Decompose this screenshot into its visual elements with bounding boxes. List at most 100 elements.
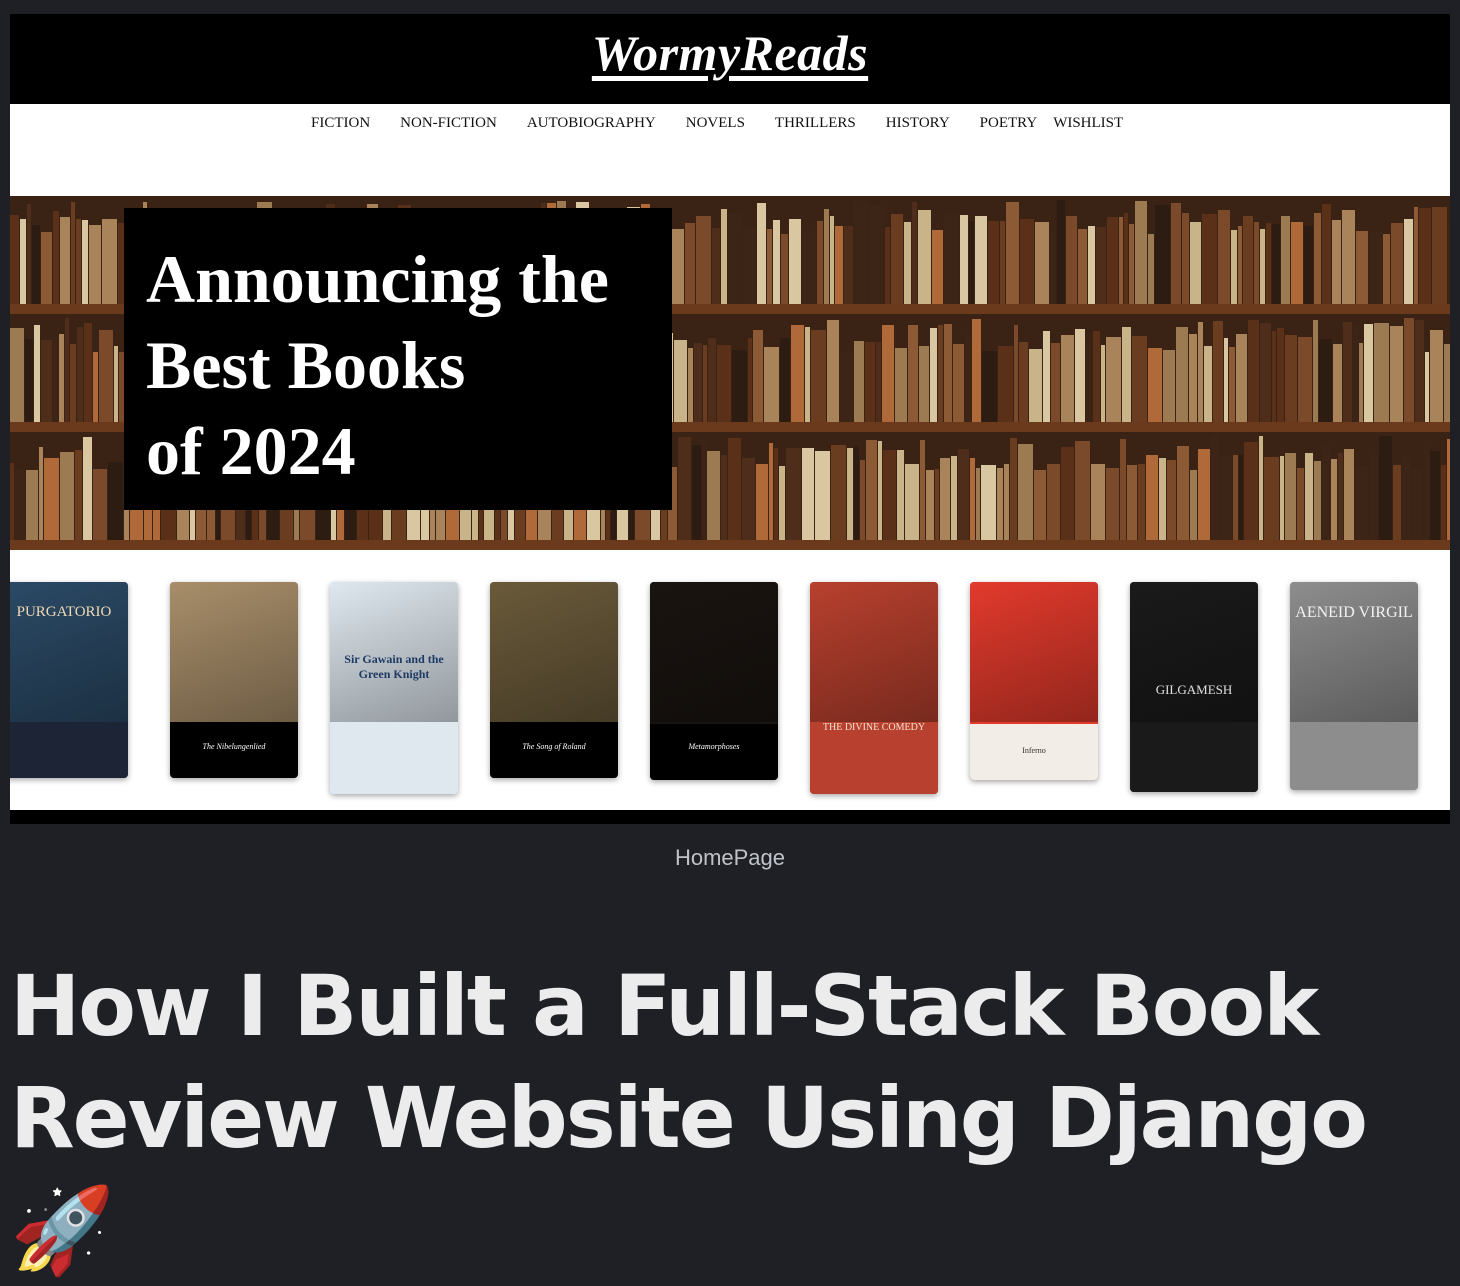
book-cover[interactable]: THE DIVINE COMEDY xyxy=(810,582,938,794)
book-spine xyxy=(1122,327,1131,422)
nav-wishlist[interactable]: WISHLIST xyxy=(1053,115,1123,132)
book-spine xyxy=(1189,334,1197,422)
book-spine xyxy=(1091,464,1105,540)
book-cover-art xyxy=(1130,582,1258,722)
book-spine xyxy=(1096,227,1106,304)
book-spine xyxy=(1447,439,1450,540)
book-spine xyxy=(1035,222,1049,304)
image-caption: HomePage xyxy=(674,845,786,870)
book-spine xyxy=(59,334,64,422)
book-spine xyxy=(1107,217,1118,304)
book-cover[interactable]: Metamorphoses xyxy=(650,582,778,780)
book-spine xyxy=(742,458,755,540)
book-spine xyxy=(1444,344,1450,422)
book-spine xyxy=(1198,322,1203,422)
book-title: GILGAMESH xyxy=(1155,682,1233,697)
book-spine xyxy=(1239,455,1243,540)
book-spine xyxy=(1047,464,1060,540)
book-spine xyxy=(976,468,980,540)
book-spine xyxy=(114,346,118,422)
book-spine xyxy=(1034,470,1046,540)
book-spine xyxy=(940,458,950,540)
book-spine xyxy=(89,225,101,304)
book-spine xyxy=(1412,468,1423,540)
book-spine xyxy=(1014,325,1018,422)
book-spine xyxy=(854,341,864,422)
book-spine xyxy=(860,460,865,540)
book-spine xyxy=(10,215,19,304)
book-spine xyxy=(694,343,702,422)
book-spine xyxy=(883,450,896,540)
book-cover-label xyxy=(650,724,778,780)
book-spine xyxy=(926,470,934,540)
book-cover-label xyxy=(1130,736,1258,792)
book-spine xyxy=(854,446,859,540)
book-spine xyxy=(1177,446,1189,540)
book-spine xyxy=(20,219,26,304)
book-spine xyxy=(708,338,716,422)
nav-autobiography[interactable]: AUTOBIOGRAPHY xyxy=(527,115,656,132)
book-cover[interactable]: PURGATORIO xyxy=(10,582,128,778)
book-spine xyxy=(1342,210,1355,304)
book-spine xyxy=(1343,322,1352,422)
book-spine xyxy=(1355,466,1368,540)
book-spine xyxy=(878,441,882,540)
nav-fiction[interactable]: FICTION xyxy=(311,115,370,132)
book-spine xyxy=(1281,216,1290,304)
book-spine xyxy=(1127,465,1137,540)
nav-non-fiction[interactable]: NON-FICTION xyxy=(400,115,497,132)
book-cover-art xyxy=(10,582,128,722)
book-spine xyxy=(1093,331,1100,422)
book-spine xyxy=(1138,464,1145,540)
book-spine xyxy=(1331,459,1337,540)
book-spine xyxy=(1264,457,1279,540)
book-cover[interactable]: The Nibelungenlied xyxy=(170,582,298,778)
book-spine xyxy=(1391,223,1403,304)
book-spine xyxy=(1066,216,1077,304)
book-spine xyxy=(840,352,853,422)
book-spine xyxy=(970,458,975,540)
site-logo[interactable]: WormyReads xyxy=(10,24,1450,82)
book-spine xyxy=(844,226,853,304)
nav-thrillers[interactable]: THRILLERS xyxy=(775,115,856,132)
book-spine xyxy=(972,319,981,422)
nav-history[interactable]: HISTORY xyxy=(886,115,950,132)
book-spine xyxy=(1353,326,1358,422)
book-spine xyxy=(815,451,830,540)
book-spine xyxy=(1280,456,1284,540)
book-spine xyxy=(1061,335,1074,422)
book-spine xyxy=(93,352,98,422)
book-cover[interactable]: The Song of Roland xyxy=(490,582,618,778)
book-spine xyxy=(753,330,763,422)
book-spine xyxy=(1204,346,1212,422)
book-cover[interactable]: GILGAMESH xyxy=(1130,582,1258,792)
book-spine xyxy=(935,469,939,540)
book-cover-art xyxy=(650,582,778,722)
book-spine xyxy=(1075,441,1090,540)
book-spine xyxy=(1182,213,1189,304)
book-title: The Song of Roland xyxy=(522,742,586,751)
book-spine xyxy=(1020,219,1034,304)
book-spine xyxy=(53,211,59,304)
book-cover[interactable]: AENEID VIRGIL xyxy=(1290,582,1418,790)
book-cover-art xyxy=(170,582,298,722)
book-spine xyxy=(975,216,987,304)
book-spine xyxy=(1075,329,1085,422)
book-spine xyxy=(1163,350,1175,422)
book-spine xyxy=(1171,203,1181,304)
book-cover[interactable]: Sir Gawain and the Green Knight xyxy=(330,582,458,794)
book-spine xyxy=(1218,210,1230,304)
book-spine xyxy=(721,209,727,304)
book-spine xyxy=(702,443,706,540)
book-spine xyxy=(10,463,14,540)
book-spine xyxy=(10,328,24,422)
book-spine xyxy=(1057,200,1065,304)
nav-poetry[interactable]: POETRY xyxy=(980,115,1038,132)
nav-novels[interactable]: NOVELS xyxy=(686,115,745,132)
book-spine xyxy=(41,232,52,304)
book-spine xyxy=(764,347,779,422)
book-cover[interactable]: Inferno xyxy=(970,582,1098,780)
book-spine xyxy=(83,437,92,540)
book-cover-art xyxy=(1290,582,1418,722)
book-spine xyxy=(869,206,884,304)
